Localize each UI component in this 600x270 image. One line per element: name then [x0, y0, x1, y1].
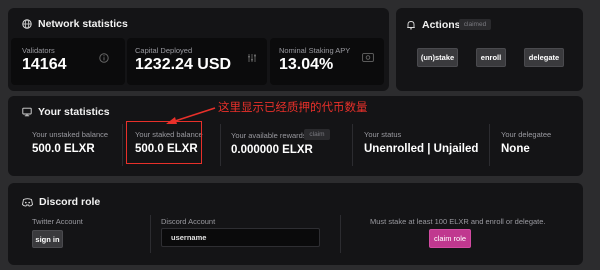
stats-divider [352, 124, 353, 166]
unstaked-balance-value: 500.0 ELXR [32, 143, 95, 155]
network-statistics-header: Network statistics [22, 18, 128, 30]
unstake-button[interactable]: (un)stake [417, 48, 458, 67]
staking-apy-card: Nominal Staking APY 13.04% [270, 38, 384, 85]
validators-value: 14164 [22, 56, 67, 73]
status-label: Your status [364, 130, 402, 139]
discord-role-header: Discord role [22, 196, 100, 208]
staked-balance-highlight [126, 121, 202, 164]
network-statistics-title: Network statistics [38, 18, 128, 30]
stats-divider [122, 124, 123, 166]
capital-deployed-label: Capital Deployed [135, 46, 193, 55]
actions-title: Actions [422, 19, 461, 31]
unstaked-balance-label: Your unstaked balance [32, 130, 109, 139]
discord-icon [22, 197, 33, 207]
enroll-button[interactable]: enroll [476, 48, 506, 67]
your-statistics-title: Your statistics [38, 106, 110, 118]
discord-divider [150, 215, 151, 253]
discord-username-field[interactable]: username [161, 228, 320, 247]
twitter-account-label: Twitter Account [32, 217, 83, 226]
bell-icon [406, 20, 416, 30]
discord-divider [340, 215, 341, 253]
staking-apy-label: Nominal Staking APY [279, 46, 351, 55]
stake-requirement-notice: Must stake at least 100 ELXR and enroll … [370, 217, 546, 226]
status-value: Unenrolled | Unjailed [364, 143, 479, 155]
delegatee-value: None [501, 143, 530, 155]
money-icon [362, 53, 374, 62]
sign-in-button[interactable]: sign in [32, 230, 63, 248]
actions-panel: Actions claimed (un)stake enroll delegat… [396, 8, 583, 91]
validators-card: Validators 14164 [11, 38, 125, 85]
capital-deployed-value: 1232.24 USD [135, 56, 232, 73]
globe-icon [22, 19, 32, 29]
discord-role-title: Discord role [39, 196, 101, 208]
staking-apy-value: 13.04% [279, 56, 334, 73]
claim-rewards-badge[interactable]: claim [304, 129, 330, 140]
available-rewards-value: 0.000000 ELXR [231, 144, 313, 156]
validators-label: Validators [22, 46, 55, 55]
discord-role-panel: Discord role Twitter Account sign in Dis… [8, 183, 583, 265]
delegate-button[interactable]: delegate [524, 48, 564, 67]
claimed-badge: claimed [459, 19, 491, 30]
actions-header: Actions [406, 19, 461, 31]
claim-role-button[interactable]: claim role [429, 229, 471, 248]
stats-divider [489, 124, 490, 166]
stats-divider [220, 124, 221, 166]
capital-deployed-card: Capital Deployed 1232.24 USD [127, 38, 267, 85]
delegatee-label: Your delegatee [501, 130, 552, 139]
annotation-text: 这里显示已经质押的代币数量 [218, 100, 368, 114]
info-icon[interactable] [99, 53, 109, 63]
monitor-icon [22, 107, 32, 117]
sliders-icon [247, 53, 257, 63]
discord-account-label: Discord Account [161, 217, 216, 226]
your-statistics-header: Your statistics [22, 106, 110, 118]
network-statistics-panel: Network statistics Validators 14164 Capi… [8, 8, 389, 91]
available-rewards-label: Your available rewards [231, 131, 307, 140]
